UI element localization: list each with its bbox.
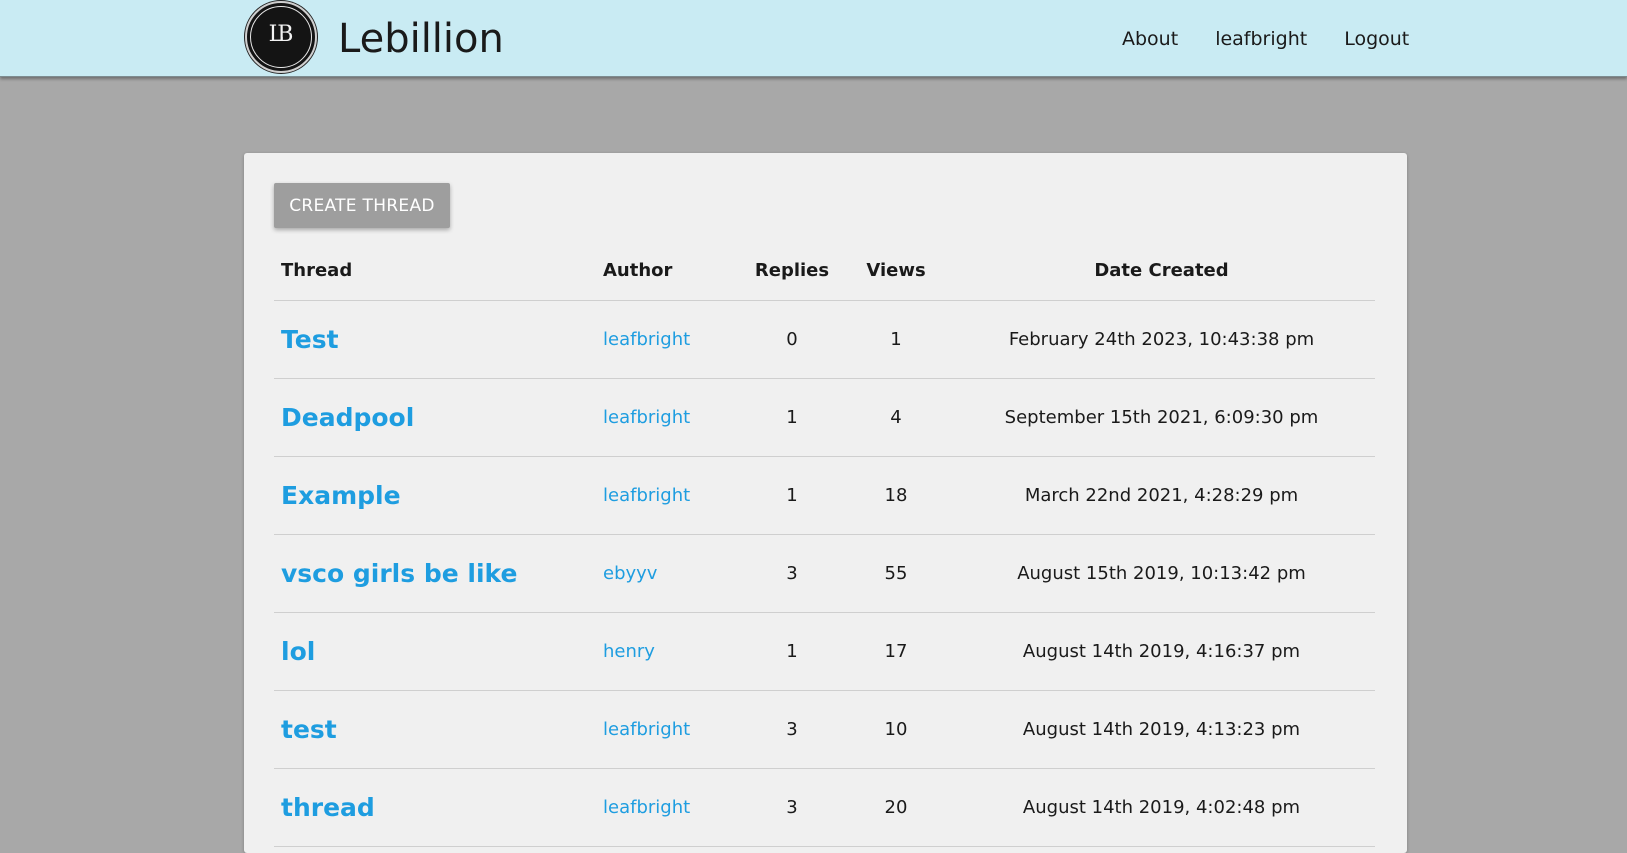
thread-date: August 15th 2019, 10:13:42 pm: [948, 534, 1375, 613]
thread-author-link[interactable]: leafbright: [603, 329, 690, 350]
thread-views: 10: [844, 690, 948, 769]
thread-title-link[interactable]: Test: [281, 325, 339, 354]
thread-date: August 14th 2019, 4:16:37 pm: [948, 612, 1375, 691]
thread-author-link[interactable]: ebyyv: [603, 563, 657, 584]
logo-icon[interactable]: LB: [245, 1, 317, 73]
thread-date: February 24th 2023, 10:43:38 pm: [948, 300, 1375, 379]
site-brand[interactable]: Lebillion: [338, 14, 504, 64]
logo-monogram: LB: [268, 22, 294, 47]
column-header-date: Date Created: [948, 240, 1375, 301]
column-header-author: Author: [596, 240, 740, 301]
table-row: Deadpool leafbright 1 4 September 15th 2…: [274, 378, 1375, 457]
thread-author-link[interactable]: henry: [603, 641, 655, 662]
thread-replies: 3: [740, 534, 844, 613]
thread-date: September 15th 2021, 6:09:30 pm: [948, 378, 1375, 457]
threads-table: Thread Author Replies Views Date Created…: [274, 240, 1375, 847]
table-row: Example leafbright 1 18 March 22nd 2021,…: [274, 456, 1375, 535]
thread-author-link[interactable]: leafbright: [603, 407, 690, 428]
nav-links: About leafbright Logout: [1122, 28, 1446, 50]
thread-title-link[interactable]: Deadpool: [281, 403, 414, 432]
thread-date: March 22nd 2021, 4:28:29 pm: [948, 456, 1375, 535]
nav-logout-link[interactable]: Logout: [1344, 28, 1409, 50]
thread-views: 55: [844, 534, 948, 613]
table-row: test leafbright 3 10 August 14th 2019, 4…: [274, 690, 1375, 769]
thread-date: August 14th 2019, 4:13:23 pm: [948, 690, 1375, 769]
thread-replies: 3: [740, 690, 844, 769]
thread-title-link[interactable]: vsco girls be like: [281, 559, 517, 588]
thread-title-link[interactable]: lol: [281, 637, 315, 666]
thread-views: 1: [844, 300, 948, 379]
table-row: Test leafbright 0 1 February 24th 2023, …: [274, 300, 1375, 379]
thread-views: 18: [844, 456, 948, 535]
thread-replies: 0: [740, 300, 844, 379]
nav-about-link[interactable]: About: [1122, 28, 1178, 50]
thread-title-link[interactable]: test: [281, 715, 337, 744]
thread-replies: 1: [740, 612, 844, 691]
column-header-thread: Thread: [274, 240, 596, 301]
thread-author-link[interactable]: leafbright: [603, 719, 690, 740]
thread-replies: 1: [740, 456, 844, 535]
thread-author-link[interactable]: leafbright: [603, 797, 690, 818]
table-row: lol henry 1 17 August 14th 2019, 4:16:37…: [274, 612, 1375, 691]
column-header-views: Views: [844, 240, 948, 301]
nav-profile-link[interactable]: leafbright: [1215, 28, 1307, 50]
top-navbar: LB Lebillion About leafbright Logout: [0, 0, 1627, 77]
table-row: vsco girls be like ebyyv 3 55 August 15t…: [274, 534, 1375, 613]
thread-views: 17: [844, 612, 948, 691]
column-header-replies: Replies: [740, 240, 844, 301]
thread-title-link[interactable]: Example: [281, 481, 401, 510]
thread-replies: 1: [740, 378, 844, 457]
thread-title-link[interactable]: thread: [281, 793, 375, 822]
threads-card: CREATE THREAD Thread Author Replies View…: [244, 153, 1407, 853]
create-thread-button[interactable]: CREATE THREAD: [274, 183, 450, 228]
thread-author-link[interactable]: leafbright: [603, 485, 690, 506]
thread-views: 4: [844, 378, 948, 457]
table-header-row: Thread Author Replies Views Date Created: [274, 240, 1375, 301]
